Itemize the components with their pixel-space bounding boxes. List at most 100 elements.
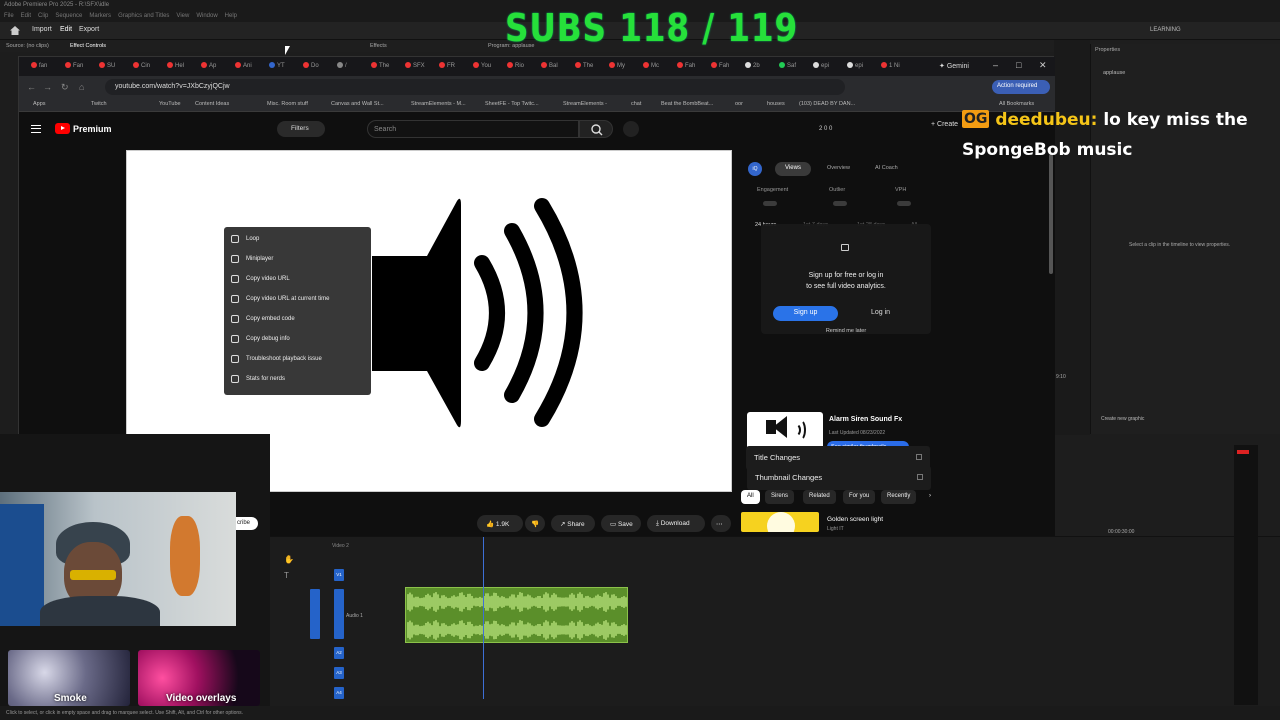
context-menu-item[interactable]: Loop [224, 230, 371, 250]
tab-views[interactable]: Views [775, 162, 811, 176]
menu-item[interactable]: Sequence [55, 13, 82, 19]
context-menu-item[interactable]: Miniplayer [224, 250, 371, 270]
forward-icon[interactable]: → [43, 82, 52, 92]
current-video-title[interactable]: Alarm Siren Sound Fx [829, 416, 902, 423]
browser-tab[interactable]: Do [303, 62, 319, 69]
tab-effects[interactable]: Effects [370, 43, 387, 49]
track-a2-badge[interactable]: A2 [334, 647, 344, 659]
create-graphic-button[interactable]: Create new graphic [1101, 416, 1144, 422]
browser-tab[interactable]: 2b [745, 62, 760, 69]
recommended-thumbnail[interactable] [741, 512, 819, 532]
share-button[interactable]: ↗ Share [551, 515, 595, 532]
page-scrollbar[interactable] [1049, 154, 1053, 274]
video-overlays-thumbnail[interactable]: Video overlays [138, 650, 260, 706]
close-icon[interactable]: ✕ [1039, 60, 1047, 71]
filters-button[interactable]: Filters [277, 121, 325, 137]
more-icon[interactable]: ⋯ [711, 515, 731, 532]
menu-item[interactable]: Markers [89, 13, 111, 19]
tab-import[interactable]: Import [32, 26, 52, 33]
menu-item[interactable]: File [4, 13, 14, 19]
browser-tab[interactable]: FR [439, 62, 455, 69]
bookmark-item[interactable]: StreamElements - [563, 101, 607, 107]
gemini-button[interactable]: ✦ Gemini [939, 60, 979, 73]
bookmark-item[interactable]: Beat the BombBeat... [661, 101, 713, 107]
like-button[interactable]: 👍 1.9K [477, 515, 523, 532]
browser-tab[interactable]: SFX [405, 62, 425, 69]
chip-sirens[interactable]: Sirens [765, 490, 795, 504]
address-bar[interactable]: youtube.com/watch?v=JXbCzyjQCjw [105, 79, 845, 95]
signup-button[interactable]: Sign up [773, 306, 838, 321]
bookmark-item[interactable]: Content Ideas [195, 101, 229, 107]
browser-tab[interactable]: Fan [65, 62, 83, 69]
minimize-icon[interactable]: – [993, 60, 998, 70]
browser-tab[interactable]: Fah [711, 62, 729, 69]
browser-tab[interactable]: YT [269, 62, 285, 69]
browser-tab[interactable]: fan [31, 62, 47, 69]
menu-item[interactable]: Window [196, 13, 217, 19]
browser-tab[interactable]: The [575, 62, 593, 69]
context-menu-item[interactable]: Copy video URL at current time [224, 290, 371, 310]
remind-later-link[interactable]: Remind me later [761, 328, 931, 334]
browser-tab[interactable]: SU [99, 62, 115, 69]
smoke-effect-thumbnail[interactable]: Smoke [8, 650, 130, 706]
selection-tool-icon[interactable]: ✋ [284, 555, 294, 564]
bookmark-item[interactable]: Twitch [91, 101, 107, 107]
menu-item[interactable]: Help [225, 13, 237, 19]
home-icon[interactable] [10, 26, 20, 35]
tab-overview[interactable]: Overview [827, 165, 850, 171]
bookmark-item[interactable]: Misc. Room stuff [267, 101, 308, 107]
search-input[interactable]: Search [367, 120, 579, 138]
browser-tab[interactable]: Cin [133, 62, 150, 69]
tab-effect-controls[interactable]: Effect Controls [70, 43, 106, 49]
context-menu-item[interactable]: Copy video URL [224, 270, 371, 290]
browser-tab[interactable]: Mc [643, 62, 659, 69]
home-icon[interactable]: ⌂ [79, 82, 84, 92]
menu-item[interactable]: Graphics and Titles [118, 13, 169, 19]
browser-tab[interactable]: Rio [507, 62, 524, 69]
browser-tab[interactable]: 1 Ni [881, 62, 900, 69]
youtube-premium-label[interactable]: Premium [73, 124, 112, 134]
chip-all[interactable]: All [741, 490, 760, 504]
menu-item[interactable]: Edit [21, 13, 31, 19]
maximize-icon[interactable]: □ [1016, 60, 1021, 70]
track-v1-badge[interactable]: V1 [334, 569, 344, 581]
browser-tab[interactable]: My [609, 62, 625, 69]
tab-export[interactable]: Export [79, 26, 99, 33]
chip-recently[interactable]: Recently [881, 490, 917, 504]
playhead[interactable] [483, 537, 484, 699]
mic-icon[interactable] [623, 121, 639, 137]
tab-edit[interactable]: Edit [60, 26, 72, 33]
browser-tab[interactable]: Saf [779, 62, 796, 69]
track-a1-source-badge[interactable] [310, 589, 320, 639]
browser-tab[interactable]: epi [847, 62, 863, 69]
context-menu-item[interactable]: Troubleshoot playback issue [224, 350, 371, 370]
bookmark-item[interactable]: chat [631, 101, 641, 107]
browser-tab[interactable]: The [371, 62, 389, 69]
track-a4-badge[interactable]: A4 [334, 687, 344, 699]
action-required-button[interactable]: Action required [992, 80, 1050, 94]
reload-icon[interactable]: ↻ [61, 82, 69, 93]
youtube-logo-icon[interactable] [55, 123, 70, 134]
browser-tab[interactable]: epi [813, 62, 829, 69]
bookmark-item[interactable]: Canvas and Wall St... [331, 101, 384, 107]
track-a3-badge[interactable]: A3 [334, 667, 344, 679]
track-a1-badge[interactable] [334, 589, 344, 639]
subscribe-button[interactable]: cribe [236, 517, 258, 530]
properties-title[interactable]: Properties [1095, 47, 1120, 53]
recommended-title[interactable]: Golden screen light [827, 516, 883, 523]
tab-ai-coach[interactable]: AI Coach [875, 165, 898, 171]
menu-icon[interactable] [31, 125, 41, 133]
menu-item[interactable]: Clip [38, 13, 48, 19]
tab-source[interactable]: Source: (no clips) [6, 43, 49, 49]
text-tool-icon[interactable]: T [284, 571, 289, 580]
browser-tab[interactable]: You [473, 62, 491, 69]
browser-tab[interactable]: Ap [201, 62, 216, 69]
bookmark-item[interactable]: houses [767, 101, 785, 107]
chip-related[interactable]: Related [803, 490, 836, 504]
context-menu-item[interactable]: Stats for nerds [224, 370, 371, 390]
chip-for-you[interactable]: For you [843, 490, 876, 504]
title-changes-row[interactable]: Title Changes [746, 446, 930, 470]
bookmark-item[interactable]: SheetFE - Top Twitc... [485, 101, 539, 107]
browser-tab[interactable]: Ani [235, 62, 252, 69]
audio-clip[interactable] [405, 587, 628, 643]
